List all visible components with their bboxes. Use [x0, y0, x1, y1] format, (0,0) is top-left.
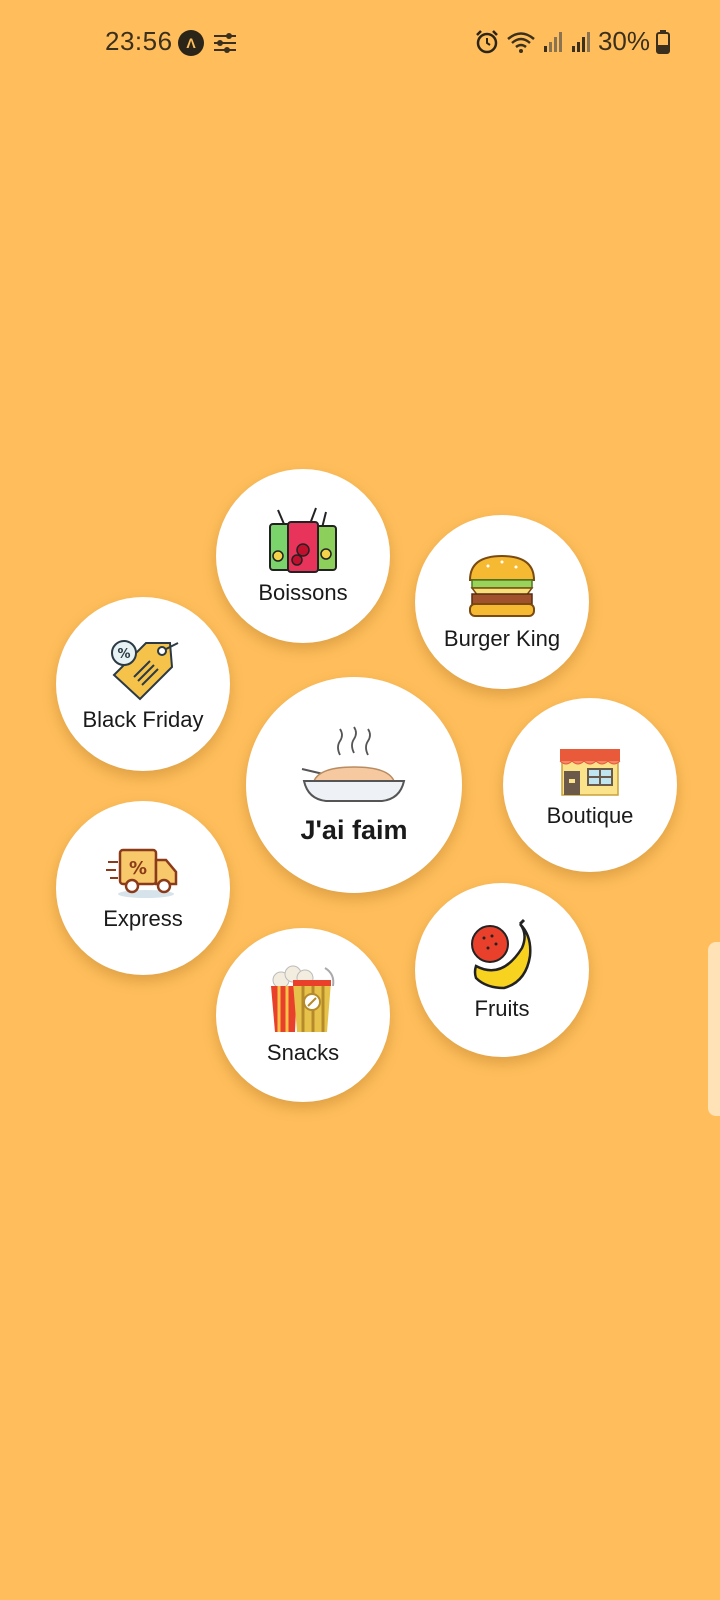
menu-item-label: Boutique — [546, 803, 634, 828]
signal-icon — [543, 31, 562, 52]
popcorn-icon — [271, 965, 335, 1032]
svg-text:%: % — [117, 647, 130, 662]
signal-icon — [571, 31, 590, 52]
alarm-icon — [476, 29, 498, 53]
menu-item-label: Boissons — [258, 580, 348, 605]
menu-item-fruits[interactable]: Fruits — [415, 883, 589, 1057]
wifi-icon — [507, 31, 535, 53]
drinks-icon — [269, 507, 337, 573]
menu-item-label: Express — [103, 906, 183, 931]
burger-icon — [468, 554, 536, 617]
menu-item-burger-king[interactable]: Burger King — [415, 515, 589, 689]
price-tag-icon: % — [111, 640, 179, 701]
menu-item-label: Black Friday — [82, 707, 204, 732]
menu-item-black-friday[interactable]: % Black Friday — [56, 597, 230, 771]
battery-icon — [656, 29, 670, 54]
menu-item-express[interactable]: % Express — [56, 801, 230, 975]
menu-item-snacks[interactable]: Snacks — [216, 928, 390, 1102]
menu-item-label: Fruits — [474, 996, 530, 1021]
menu-center-jai-faim[interactable]: J'ai faim — [246, 677, 462, 893]
hot-dish-icon — [301, 726, 406, 802]
menu-item-boissons[interactable]: Boissons — [216, 469, 390, 643]
battery-percent: 30% — [597, 26, 650, 56]
status-bar: 23:56 Λ 30% — [0, 0, 720, 88]
svg-text:%: % — [129, 858, 147, 879]
delivery-truck-icon: % — [106, 848, 178, 898]
menu-item-boutique[interactable]: Boutique — [503, 698, 677, 872]
status-right-icons: 30% — [474, 26, 670, 57]
sliders-icon — [214, 33, 236, 53]
app-a-icon: Λ — [178, 30, 204, 56]
status-left-icons: Λ — [178, 30, 238, 56]
menu-center-label: J'ai faim — [300, 814, 408, 845]
status-time: 23:56 — [105, 26, 173, 56]
menu-item-label: Burger King — [443, 626, 561, 651]
menu-item-label: Snacks — [266, 1040, 340, 1065]
edge-panel-handle[interactable] — [708, 942, 720, 1116]
shop-icon — [559, 749, 621, 796]
fruits-icon — [471, 918, 532, 990]
